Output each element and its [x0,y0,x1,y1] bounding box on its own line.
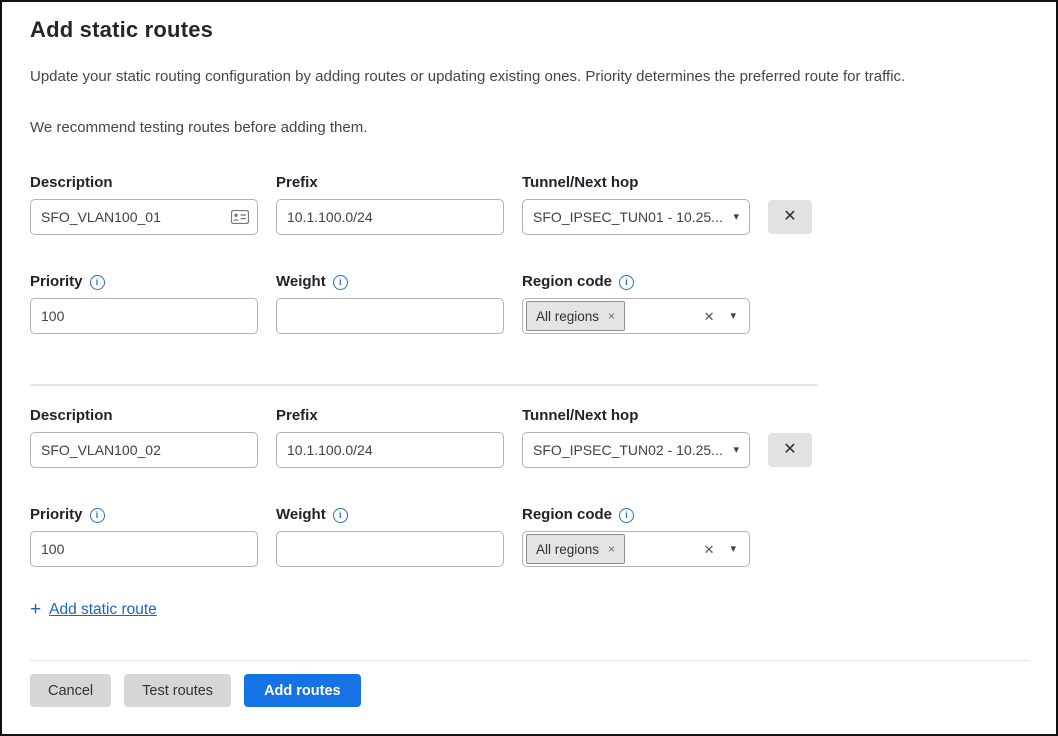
tunnel-select-value: SFO_IPSEC_TUN01 - 10.25... [533,209,725,225]
prefix-input[interactable] [276,199,504,235]
region-chip[interactable]: All regions × [526,301,625,331]
chevron-down-icon[interactable]: ▾ [730,544,736,555]
chevron-down-icon: ▾ [733,445,739,456]
weight-field-2: Weight i [276,507,504,567]
clear-icon[interactable]: ✕ [704,310,715,323]
tunnel-label: Tunnel/Next hop [522,175,750,191]
weight-input[interactable] [276,298,504,334]
chip-remove-icon[interactable]: × [608,543,615,555]
recommendation-text: We recommend testing routes before addin… [30,118,1028,138]
tunnel-select[interactable]: SFO_IPSEC_TUN02 - 10.25... ▾ [522,432,750,468]
region-chip-label: All regions [536,309,599,324]
priority-field-1: Priority i [30,274,258,334]
info-icon[interactable]: i [90,275,105,290]
weight-label: Weight [276,274,326,290]
chevron-down-icon: ▾ [733,212,739,223]
region-select[interactable]: All regions × ✕ ▾ [522,298,750,334]
add-static-routes-dialog: Add static routes Update your static rou… [0,0,1058,707]
info-icon[interactable]: i [619,508,634,523]
route-block-1: Description Prefix [30,175,1028,334]
prefix-input[interactable] [276,432,504,468]
region-chip-label: All regions [536,542,599,557]
tunnel-field-2: Tunnel/Next hop SFO_IPSEC_TUN02 - 10.25.… [522,408,750,468]
description-field-1: Description [30,175,258,235]
add-static-route-row: + Add static route [30,600,1028,619]
tunnel-select[interactable]: SFO_IPSEC_TUN01 - 10.25... ▾ [522,199,750,235]
prefix-label: Prefix [276,408,504,424]
description-field-2: Description [30,408,258,468]
weight-field-1: Weight i [276,274,504,334]
delete-route-button[interactable]: ✕ [768,200,812,234]
add-static-route-link[interactable]: Add static route [49,601,157,619]
info-icon[interactable]: i [619,275,634,290]
tunnel-select-value: SFO_IPSEC_TUN02 - 10.25... [533,442,725,458]
tunnel-label: Tunnel/Next hop [522,408,750,424]
priority-label: Priority [30,507,83,523]
description-input[interactable] [30,432,258,468]
intro-text: Update your static routing configuration… [30,67,1028,87]
route-block-2: Description Prefix Tunnel/Next hop SFO_I… [30,408,1028,567]
tunnel-field-1: Tunnel/Next hop SFO_IPSEC_TUN01 - 10.25.… [522,175,750,235]
region-label: Region code [522,274,612,290]
priority-input[interactable] [30,531,258,567]
info-icon[interactable]: i [90,508,105,523]
chevron-down-icon[interactable]: ▾ [730,311,736,322]
region-chip[interactable]: All regions × [526,534,625,564]
description-label: Description [30,175,258,191]
add-routes-button[interactable]: Add routes [244,674,361,707]
delete-route-button[interactable]: ✕ [768,433,812,467]
region-field-1: Region code i All regions × ✕ ▾ [522,274,750,334]
prefix-field-2: Prefix [276,408,504,468]
priority-label: Priority [30,274,83,290]
region-select[interactable]: All regions × ✕ ▾ [522,531,750,567]
description-input[interactable] [30,199,258,235]
weight-label: Weight [276,507,326,523]
page-title: Add static routes [30,16,1028,44]
info-icon[interactable]: i [333,508,348,523]
weight-input[interactable] [276,531,504,567]
clear-icon[interactable]: ✕ [704,543,715,556]
footer-divider [30,660,1030,661]
priority-field-2: Priority i [30,507,258,567]
dialog-footer: Cancel Test routes Add routes [30,660,1028,707]
test-routes-button[interactable]: Test routes [124,674,231,707]
description-label: Description [30,408,258,424]
chip-remove-icon[interactable]: × [608,310,615,322]
priority-input[interactable] [30,298,258,334]
plus-icon: + [30,600,41,619]
prefix-label: Prefix [276,175,504,191]
info-icon[interactable]: i [333,275,348,290]
region-field-2: Region code i All regions × ✕ ▾ [522,507,750,567]
region-label: Region code [522,507,612,523]
cancel-button[interactable]: Cancel [30,674,111,707]
contact-card-icon [231,210,249,224]
prefix-field-1: Prefix [276,175,504,235]
route-divider [30,384,818,386]
